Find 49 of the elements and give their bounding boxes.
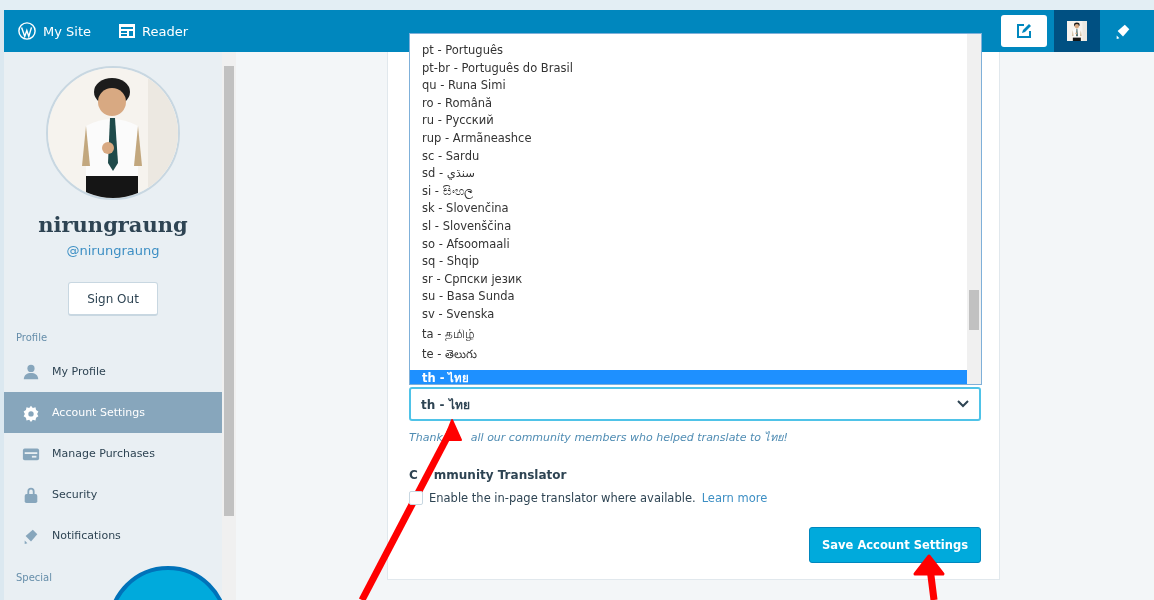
arrow (913, 554, 945, 600)
wordpress-logo-icon (18, 22, 36, 40)
thanks-note: Thank (409, 431, 443, 444)
sidebar-item[interactable]: Security (4, 474, 222, 515)
language-select[interactable]: th - ไทย (409, 387, 981, 421)
gear-icon (22, 403, 40, 422)
edit-icon (1016, 23, 1032, 39)
chevron-icon (957, 400, 969, 408)
language-option[interactable]: sq - Shqip (410, 253, 967, 271)
sign-out-button[interactable]: Sign Out (68, 282, 158, 316)
section-title: mmunity Translator (433, 468, 567, 482)
section-heading: Profile (15, 332, 49, 343)
language-option[interactable]: sl - Slovenščina (410, 217, 967, 236)
checkbox-label: Enable the in-page translator where available. (429, 491, 696, 505)
write-button[interactable] (1001, 15, 1047, 47)
language-option[interactable]: sc - Sardu (410, 147, 967, 166)
language-option[interactable]: si - සිංහල (410, 182, 967, 201)
language-option[interactable]: sd - سنڌي (410, 165, 967, 183)
checkbox[interactable] (409, 491, 423, 505)
language-option[interactable]: su - Basa Sunda (410, 288, 967, 306)
masterbar-link[interactable]: My Site (18, 22, 91, 40)
section-heading: Special (15, 572, 54, 583)
reader-icon (119, 24, 135, 38)
language-option[interactable]: ta - தமிழ் (410, 323, 967, 344)
language-option[interactable]: ro - Română (410, 94, 967, 113)
language-option[interactable]: rup - Armãneashce (410, 129, 967, 148)
language-option[interactable]: te - తెలుగు (410, 343, 967, 364)
sidebar-item[interactable]: Notifications (4, 515, 222, 556)
masterbar-link[interactable]: Reader (119, 23, 189, 39)
language-option[interactable]: ru - Русский (410, 112, 967, 130)
language-option[interactable]: pt - Português (410, 42, 967, 60)
section-title: C (409, 468, 418, 482)
language-option[interactable]: qu - Runa Simi (410, 77, 967, 95)
language-option[interactable]: sk - Slovenčina (410, 200, 967, 218)
language-option[interactable]: so - Afsoomaali (410, 235, 967, 254)
language-option[interactable]: sv - Svenska (410, 305, 967, 324)
person-icon (22, 362, 40, 381)
language-option[interactable]: sr - Српски језик (410, 270, 967, 289)
sidebar-item[interactable]: Manage Purchases (4, 433, 222, 474)
language-option[interactable]: pt-br - Português do Brasil (410, 59, 967, 78)
lock-icon (22, 485, 40, 504)
thanks-note: all our community members who helped translate to ไทย! (470, 431, 788, 444)
sidebar-item[interactable]: My Profile (4, 351, 222, 392)
scrollbar[interactable] (967, 34, 981, 384)
display-name: nirungraung (38, 212, 188, 237)
username: @nirungraung (66, 243, 160, 258)
profile-button[interactable] (1054, 10, 1100, 52)
learn-more-link[interactable]: Learn more (701, 491, 768, 505)
scrollbar[interactable] (222, 52, 236, 600)
